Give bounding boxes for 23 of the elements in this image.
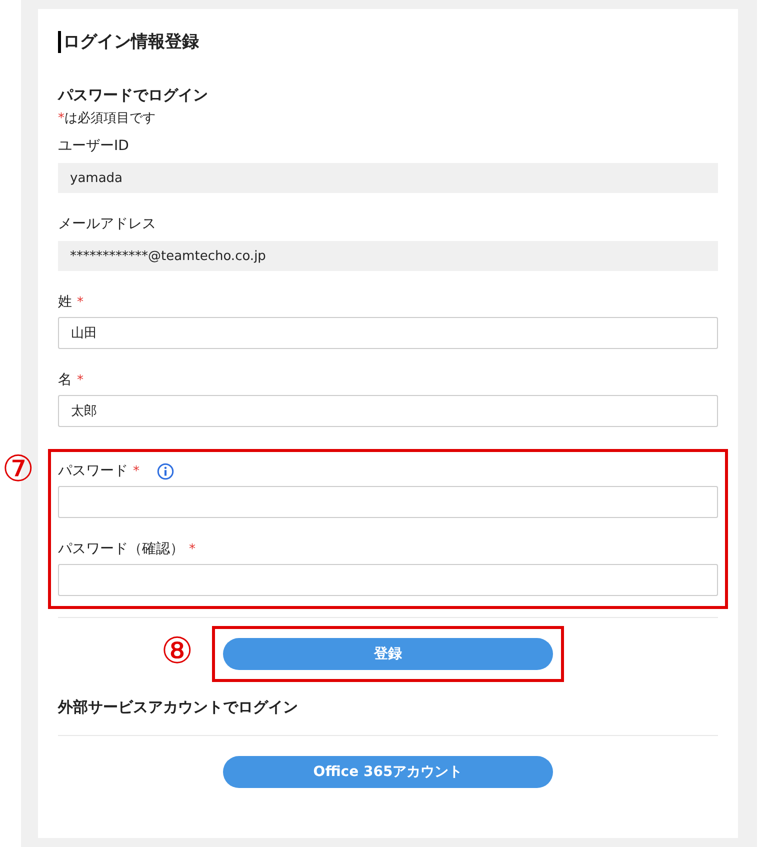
field-label: ユーザーID xyxy=(58,137,129,155)
callout-number: ⑦ xyxy=(2,450,34,490)
field-label: メールアドレス xyxy=(58,215,156,233)
input-field[interactable]: 山田 xyxy=(58,317,718,349)
required-mark: * xyxy=(133,464,140,478)
input-field[interactable] xyxy=(58,564,718,596)
field-label: 名 xyxy=(58,371,72,389)
info-icon[interactable] xyxy=(156,462,174,480)
readonly-field: yamada xyxy=(58,163,718,193)
input-field[interactable] xyxy=(58,486,718,518)
section-heading: 外部サービスアカウントでログイン xyxy=(58,697,299,717)
callout-number: ⑧ xyxy=(161,632,194,672)
page-title: ログイン情報登録 xyxy=(58,31,199,53)
readonly-field: ************@teamtecho.co.jp xyxy=(58,241,718,271)
input-field[interactable]: 太郎 xyxy=(58,395,718,427)
field-label: 姓 xyxy=(58,293,72,311)
field-label: パスワード xyxy=(58,462,128,480)
required-note: *は必須項目です xyxy=(58,111,156,127)
field-label: パスワード（確認） xyxy=(58,540,184,558)
required-mark: * xyxy=(77,294,84,310)
required-mark: * xyxy=(189,542,196,556)
section-heading: パスワードでログイン xyxy=(58,85,209,105)
required-mark: * xyxy=(77,372,84,388)
